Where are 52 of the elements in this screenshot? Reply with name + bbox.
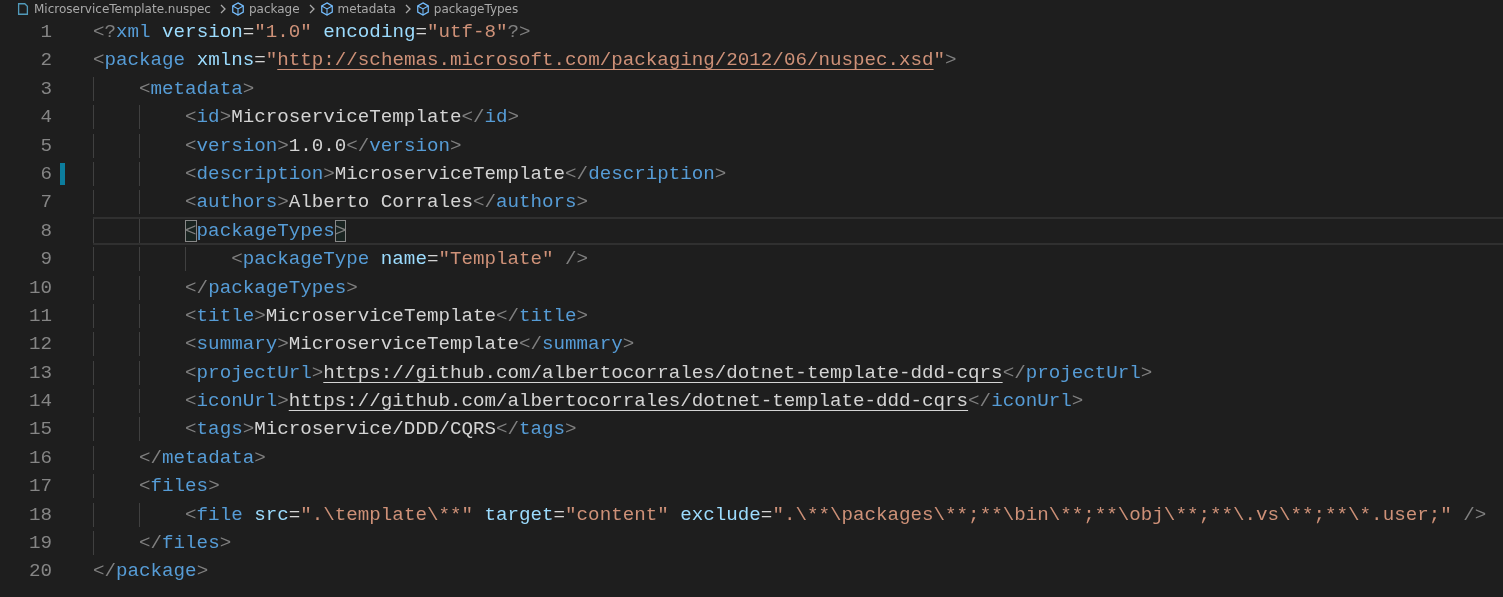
line-number: 3 bbox=[39, 76, 52, 102]
code-line: <iconUrl>https://github.com/albertocorrales/dotnet-template-ddd-cqrs</iconUrl> bbox=[93, 387, 1503, 416]
code-line: <packageTypes> bbox=[93, 216, 1503, 246]
line-number: 16 bbox=[27, 445, 52, 471]
line-number: 4 bbox=[39, 105, 52, 131]
breadcrumb-item[interactable]: package bbox=[248, 0, 300, 18]
code-line: </packageTypes> bbox=[93, 273, 1503, 302]
code-line: <file src=".\template\**" target="content" exclude=".\**\packages\**;**\bin\**;**\obj\**;**\.vs\**;**\*.user;" /> bbox=[93, 500, 1503, 530]
code-line: <version>1.0.0</version> bbox=[93, 131, 1503, 160]
line-number: 10 bbox=[27, 275, 52, 301]
file-icon bbox=[16, 2, 30, 16]
breadcrumb-item[interactable]: MicroserviceTemplate.nuspec bbox=[34, 0, 211, 18]
line-number: 13 bbox=[27, 360, 52, 386]
line-number: 5 bbox=[39, 133, 52, 159]
line-number: 6 bbox=[39, 161, 52, 187]
line-number: 12 bbox=[27, 332, 52, 358]
code-line: </files> bbox=[93, 529, 1503, 558]
line-number: 15 bbox=[27, 417, 52, 443]
cube-icon bbox=[319, 2, 334, 16]
line-number: 8 bbox=[39, 218, 52, 244]
cube-icon bbox=[415, 2, 430, 16]
line-number: 17 bbox=[27, 474, 52, 500]
line-number: 14 bbox=[27, 389, 52, 415]
modified-marker[interactable] bbox=[60, 162, 65, 185]
code-line: <title>MicroserviceTemplate</title> bbox=[93, 301, 1503, 331]
line-number: 11 bbox=[27, 303, 52, 329]
code-line: <id>MicroserviceTemplate</id> bbox=[93, 103, 1503, 132]
code-line: <packageType name="Template" /> bbox=[93, 245, 1503, 274]
line-number: 20 bbox=[27, 559, 52, 585]
line-number: 19 bbox=[27, 531, 52, 557]
breadcrumb-item[interactable]: metadata bbox=[337, 0, 396, 18]
line-number: 2 bbox=[39, 48, 52, 74]
code-line: <description>MicroserviceTemplate</description> bbox=[93, 159, 1503, 189]
code-line: <?xml version="1.0" encoding="utf-8"?> bbox=[93, 20, 532, 45]
code-line: <package xmlns="http://schemas.microsoft.com/packaging/2012/06/nuspec.xsd"> bbox=[93, 48, 958, 74]
line-number: 1 bbox=[39, 20, 52, 45]
cube-icon bbox=[230, 2, 245, 16]
code-line: <summary>MicroserviceTemplate</summary> bbox=[93, 330, 1503, 359]
code-line: </metadata> bbox=[93, 443, 1503, 473]
chevron-icon bbox=[403, 4, 412, 14]
line-number: 7 bbox=[39, 190, 52, 216]
breadcrumb-item[interactable]: packageTypes bbox=[433, 0, 519, 18]
code-line: <tags>Microservice/DDD/CQRS</tags> bbox=[93, 415, 1503, 444]
code-line: <metadata> bbox=[93, 74, 1503, 104]
chevron-icon bbox=[307, 4, 316, 14]
code-line: <authors>Alberto Corrales</authors> bbox=[93, 188, 1503, 217]
line-number: 18 bbox=[27, 502, 52, 528]
code-line: </package> bbox=[93, 559, 210, 585]
code-line: <files> bbox=[93, 472, 1503, 501]
code-line: <projectUrl>https://github.com/albertocorrales/dotnet-template-ddd-cqrs</projectUrl> bbox=[93, 358, 1503, 388]
chevron-icon bbox=[218, 4, 227, 14]
line-number: 9 bbox=[39, 247, 52, 273]
